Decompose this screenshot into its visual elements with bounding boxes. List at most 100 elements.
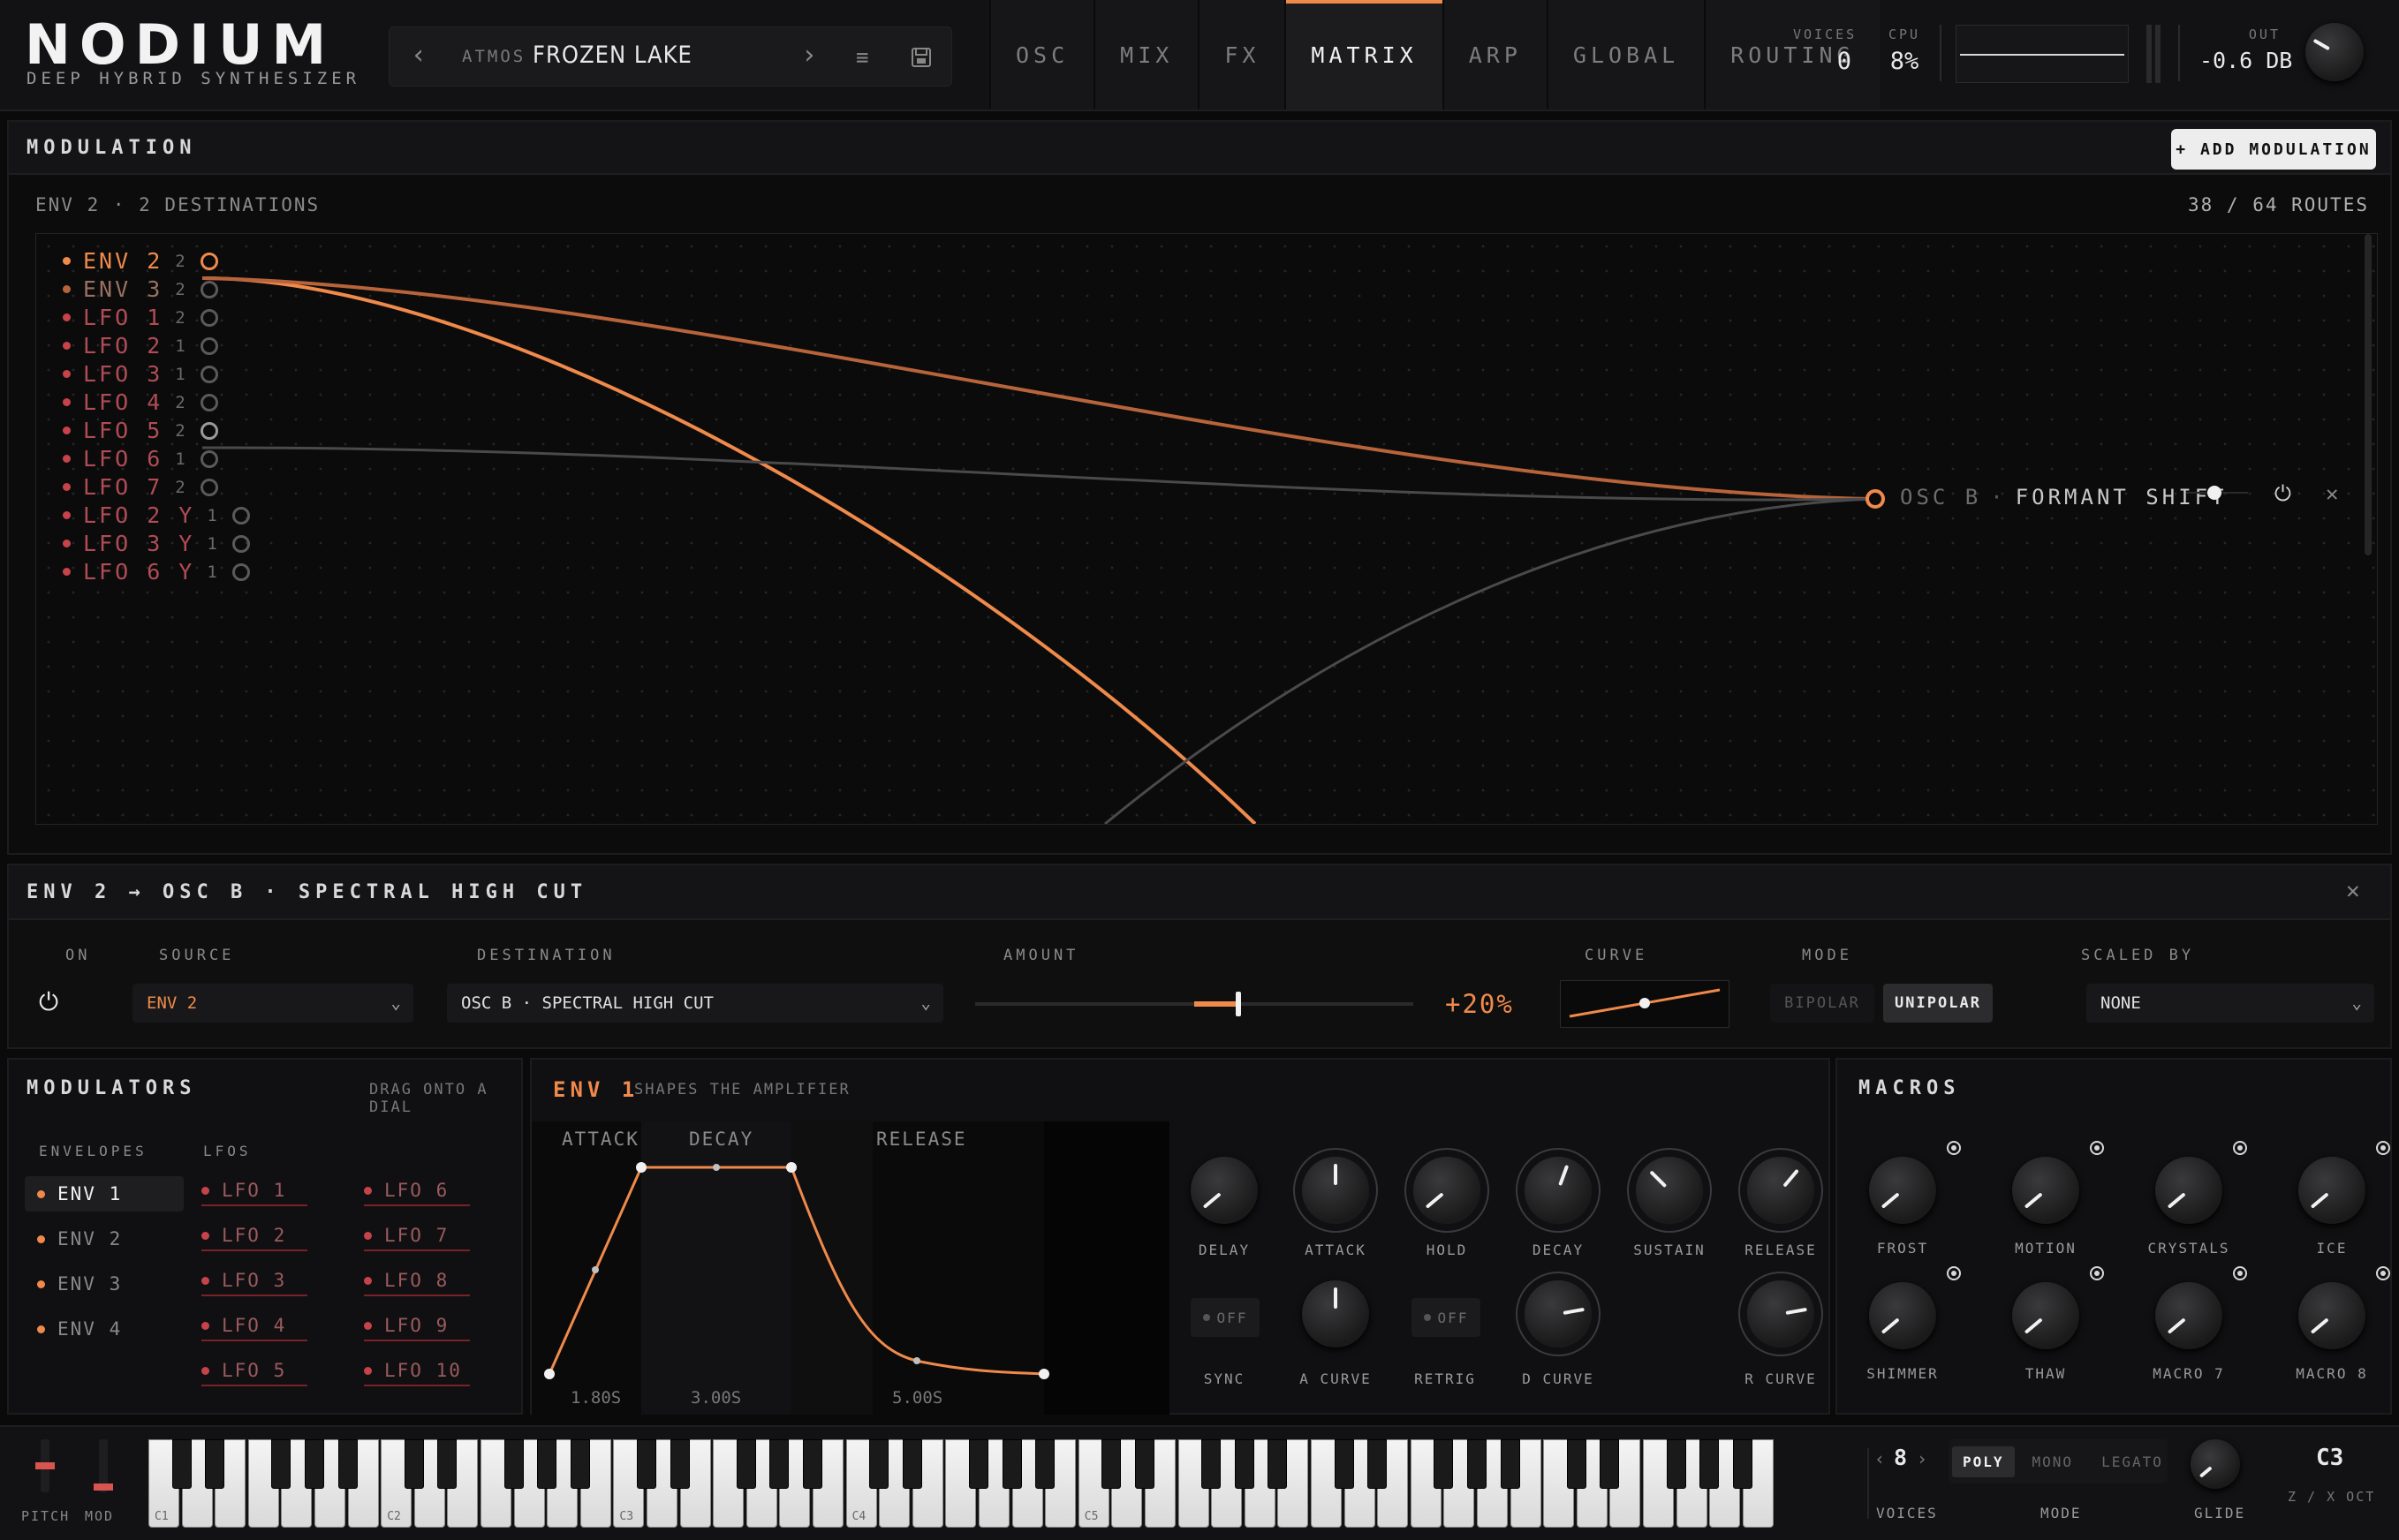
destination-dropdown[interactable]: OSC B · SPECTRAL HIGH CUT ⌄ xyxy=(447,984,943,1023)
black-key[interactable] xyxy=(1500,1439,1520,1489)
tab-osc[interactable]: OSC xyxy=(989,0,1094,109)
route-amount-slider[interactable] xyxy=(2186,486,2248,500)
prev-preset-icon[interactable]: ‹ xyxy=(411,40,427,71)
macro-knob-4[interactable] xyxy=(2298,1157,2365,1224)
a-curve-knob[interactable] xyxy=(1302,1280,1369,1348)
attack-knob[interactable] xyxy=(1302,1157,1369,1224)
black-key[interactable] xyxy=(1666,1439,1686,1489)
source-port[interactable] xyxy=(200,336,218,355)
source-row[interactable]: ENV 2 2 xyxy=(63,248,218,274)
mode-poly-button[interactable]: POLY xyxy=(1952,1446,2015,1477)
black-key[interactable] xyxy=(736,1439,756,1489)
tab-matrix[interactable]: MATRIX xyxy=(1284,0,1442,109)
voice-count-value[interactable]: 8 xyxy=(1894,1445,1907,1470)
source-port[interactable] xyxy=(231,534,250,553)
black-key[interactable] xyxy=(1467,1439,1487,1489)
voices-decrement-icon[interactable]: ‹ xyxy=(1874,1448,1885,1469)
amount-value[interactable]: +20% xyxy=(1445,989,1514,1019)
modulator-lfo[interactable]: LFO 8 xyxy=(364,1270,470,1296)
black-key[interactable] xyxy=(1002,1439,1022,1489)
matrix-scrollbar[interactable] xyxy=(2365,234,2372,555)
destination-node[interactable]: OSC B · FORMANT SHIFT xyxy=(1900,485,2228,510)
black-key[interactable] xyxy=(404,1439,424,1489)
source-port[interactable] xyxy=(200,449,218,468)
modulator-env[interactable]: ENV 1 xyxy=(25,1176,184,1212)
modulator-lfo[interactable]: LFO 10 xyxy=(364,1360,470,1386)
black-key[interactable] xyxy=(171,1439,192,1489)
black-key[interactable] xyxy=(637,1439,656,1489)
pitch-wheel[interactable] xyxy=(35,1439,55,1492)
modulator-lfo[interactable]: LFO 2 xyxy=(201,1225,307,1251)
black-key[interactable] xyxy=(537,1439,557,1489)
modulator-lfo[interactable]: LFO 1 xyxy=(201,1180,307,1206)
macro-target-icon[interactable] xyxy=(2376,1266,2390,1280)
source-row[interactable]: LFO 6 1 xyxy=(63,446,218,472)
macro-target-icon[interactable] xyxy=(2090,1141,2104,1155)
close-detail-icon[interactable]: ✕ xyxy=(2346,878,2360,904)
tab-global[interactable]: GLOBAL xyxy=(1546,0,1705,109)
source-row[interactable]: ENV 3 2 xyxy=(63,276,218,302)
source-port[interactable] xyxy=(200,421,218,440)
source-row[interactable]: LFO 1 2 xyxy=(63,305,218,330)
preset-name[interactable]: FROZEN LAKE xyxy=(533,42,692,69)
source-row[interactable]: LFO 3 Y 1 xyxy=(63,531,250,556)
black-key[interactable] xyxy=(1367,1439,1388,1489)
black-key[interactable] xyxy=(1434,1439,1454,1489)
black-key[interactable] xyxy=(337,1439,358,1489)
curve-editor[interactable] xyxy=(1560,980,1729,1028)
black-key[interactable] xyxy=(670,1439,690,1489)
macro-knob-7[interactable] xyxy=(2155,1282,2222,1349)
black-key[interactable] xyxy=(1201,1439,1222,1489)
black-key[interactable] xyxy=(437,1439,458,1489)
black-key[interactable] xyxy=(1101,1439,1122,1489)
tab-arp[interactable]: ARP xyxy=(1442,0,1547,109)
black-key[interactable] xyxy=(271,1439,291,1489)
glide-knob[interactable] xyxy=(2191,1439,2240,1489)
source-port[interactable] xyxy=(200,252,218,270)
modulator-lfo[interactable]: LFO 5 xyxy=(201,1360,307,1386)
source-row[interactable]: LFO 6 Y 1 xyxy=(63,559,250,585)
mode-mono-button[interactable]: MONO xyxy=(2022,1446,2085,1477)
source-dropdown[interactable]: ENV 2 ⌄ xyxy=(132,984,413,1023)
modulator-env[interactable]: ENV 3 xyxy=(25,1266,184,1302)
macro-target-icon[interactable] xyxy=(2233,1141,2247,1155)
macro-knob-2[interactable] xyxy=(2012,1157,2079,1224)
macro-knob-8[interactable] xyxy=(2298,1282,2365,1349)
save-icon[interactable] xyxy=(911,47,932,68)
macro-knob-6[interactable] xyxy=(2012,1282,2079,1349)
source-port[interactable] xyxy=(200,478,218,496)
source-row[interactable]: LFO 4 2 xyxy=(63,389,218,415)
sustain-knob[interactable] xyxy=(1636,1157,1703,1224)
macro-target-icon[interactable] xyxy=(2090,1266,2104,1280)
macro-target-icon[interactable] xyxy=(2376,1141,2390,1155)
black-key[interactable] xyxy=(969,1439,988,1489)
black-key[interactable] xyxy=(205,1439,225,1489)
decay-knob[interactable] xyxy=(1525,1157,1592,1224)
black-key[interactable] xyxy=(503,1439,524,1489)
modulator-lfo[interactable]: LFO 6 xyxy=(364,1180,470,1206)
d-curve-knob[interactable] xyxy=(1525,1280,1592,1348)
source-port[interactable] xyxy=(231,506,250,525)
source-row[interactable]: LFO 7 2 xyxy=(63,474,218,500)
modulator-lfo[interactable]: LFO 9 xyxy=(364,1315,470,1341)
next-preset-icon[interactable]: › xyxy=(801,40,817,71)
master-volume-knob[interactable] xyxy=(2305,23,2364,81)
route-power-icon[interactable]: ⏻ xyxy=(2274,481,2291,506)
macro-target-icon[interactable] xyxy=(1947,1266,1961,1280)
macro-knob-3[interactable] xyxy=(2155,1157,2222,1224)
add-modulation-button[interactable]: + ADD MODULATION xyxy=(2171,129,2376,170)
macro-target-icon[interactable] xyxy=(2233,1266,2247,1280)
black-key[interactable] xyxy=(570,1439,590,1489)
envelope-graph[interactable]: ATTACK DECAY RELEASE 1.80S 3.00S 5.00S xyxy=(532,1121,1169,1415)
source-row[interactable]: LFO 5 2 xyxy=(63,418,218,443)
black-key[interactable] xyxy=(1234,1439,1254,1489)
source-port[interactable] xyxy=(200,280,218,298)
black-key[interactable] xyxy=(1732,1439,1752,1489)
tab-fx[interactable]: FX xyxy=(1198,0,1285,109)
black-key[interactable] xyxy=(1566,1439,1586,1489)
unipolar-button[interactable]: UNIPOLAR xyxy=(1883,984,1993,1023)
mod-wheel[interactable] xyxy=(94,1439,113,1492)
modulator-lfo[interactable]: LFO 3 xyxy=(201,1270,307,1296)
amount-slider[interactable] xyxy=(975,992,1413,1016)
black-key[interactable] xyxy=(769,1439,790,1489)
